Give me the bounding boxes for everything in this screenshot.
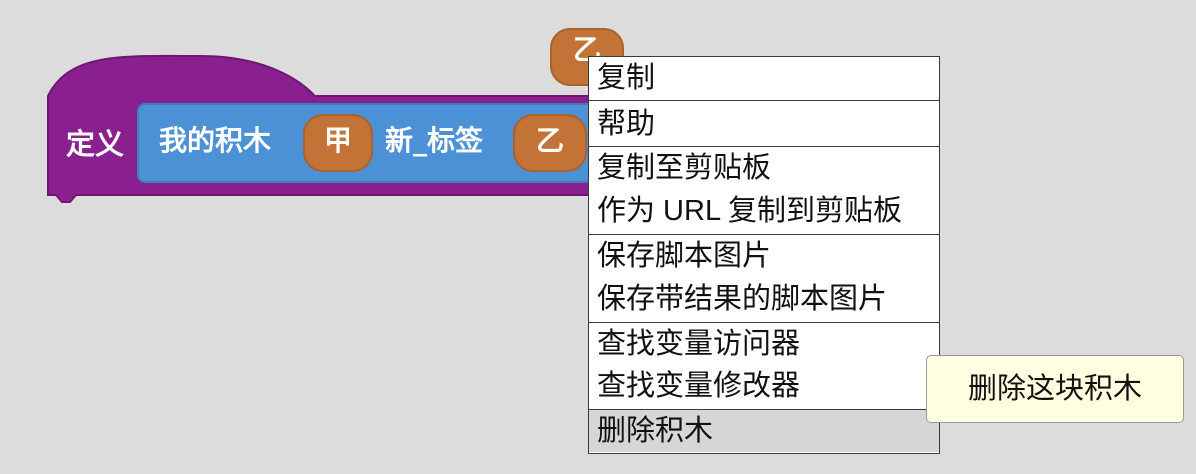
- argument-reporter-jia[interactable]: 甲: [303, 114, 373, 172]
- menu-item-copy-as-url[interactable]: 作为 URL 复制到剪贴板: [589, 190, 939, 232]
- tooltip: 删除这块积木: [926, 355, 1184, 423]
- argument-reporter-yi[interactable]: 乙: [513, 114, 587, 172]
- define-block[interactable]: 定义 我的积木 甲 新_标签 乙: [0, 0, 600, 210]
- menu-item-save-script-pic[interactable]: 保存脚本图片: [589, 235, 939, 277]
- menu-item-find-modifiers[interactable]: 查找变量修改器: [589, 365, 939, 407]
- custom-block-prototype[interactable]: 我的积木 甲 新_标签 乙: [137, 103, 599, 183]
- menu-divider: [589, 100, 939, 101]
- menu-item-duplicate[interactable]: 复制: [589, 57, 939, 99]
- menu-item-save-result-pic[interactable]: 保存带结果的脚本图片: [589, 278, 939, 320]
- menu-item-help[interactable]: 帮助: [589, 103, 939, 145]
- menu-item-copy-to-clipboard[interactable]: 复制至剪贴板: [589, 147, 939, 189]
- menu-item-find-accessors[interactable]: 查找变量访问器: [589, 323, 939, 365]
- context-menu: 复制 帮助 复制至剪贴板 作为 URL 复制到剪贴板 保存脚本图片 保存带结果的…: [588, 56, 940, 454]
- prototype-label-text: 我的积木: [159, 124, 272, 157]
- prototype-label-text-2: 新_标签: [385, 124, 484, 157]
- define-label: 定义: [66, 127, 125, 161]
- menu-item-delete-block[interactable]: 删除积木: [589, 410, 939, 452]
